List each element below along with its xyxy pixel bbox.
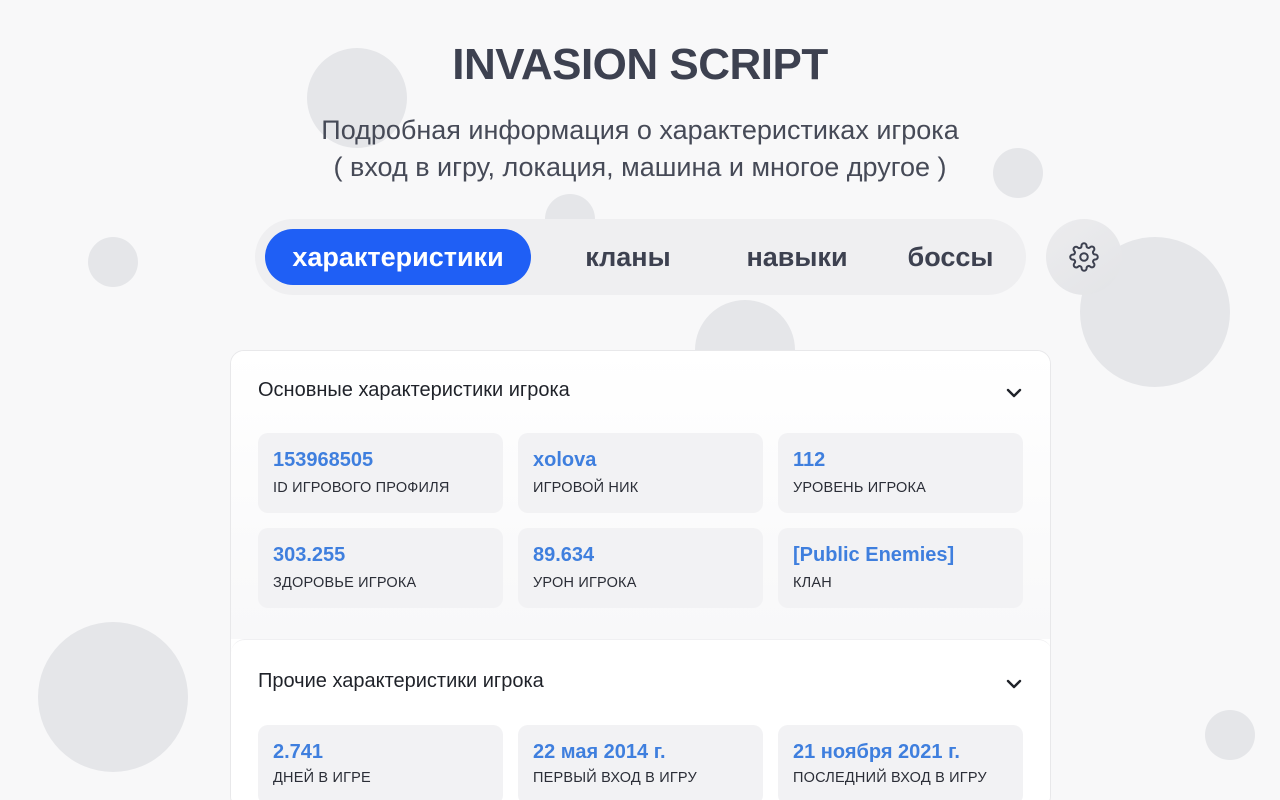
settings-button[interactable] [1046,219,1122,295]
subtitle-line-2: ( вход в игру, локация, машина и многое … [333,152,947,182]
stat-card-days-in-game: 2.741 ДНЕЙ В ИГРЕ [258,725,503,800]
background-circle [88,237,138,287]
stat-value: 89.634 [533,544,595,566]
tab-clans[interactable]: кланы [548,229,708,285]
stat-label: ПОСЛЕДНИЙ ВХОД В ИГРУ [793,770,987,786]
stat-card-profile-id: 153968505 ID ИГРОВОГО ПРОФИЛЯ [258,433,503,513]
stat-value: 2.741 [273,741,324,763]
gear-icon [1069,242,1099,272]
background-circle [38,622,188,772]
stat-label: КЛАН [793,575,832,591]
stat-label: ПЕРВЫЙ ВХОД В ИГРУ [533,770,697,786]
page-subtitle: Подробная информация о характеристиках и… [0,112,1280,186]
stat-card-nickname: xolova ИГРОВОЙ НИК [518,433,763,513]
stat-card-first-login: 22 мая 2014 г. ПЕРВЫЙ ВХОД В ИГРУ [518,725,763,800]
stat-value: 112 [793,449,826,471]
stat-card-health: 303.255 ЗДОРОВЬЕ ИГРОКА [258,528,503,608]
stat-card-level: 112 УРОВЕНЬ ИГРОКА [778,433,1023,513]
subtitle-line-1: Подробная информация о характеристиках и… [321,115,959,145]
chevron-down-icon[interactable] [1004,383,1024,403]
tab-skills[interactable]: навыки [717,229,877,285]
stat-label: УРОВЕНЬ ИГРОКА [793,480,927,496]
stat-card-clan: [Public Enemies] КЛАН [778,528,1023,608]
stat-value: 22 мая 2014 г. [533,741,666,763]
stat-value: xolova [533,449,597,471]
tab-bosses[interactable]: боссы [880,229,1021,285]
stat-label: ЗДОРОВЬЕ ИГРОКА [273,575,417,591]
other-stats-section: Прочие характеристики игрока 2.741 ДНЕЙ … [231,639,1050,800]
stat-value: [Public Enemies] [793,544,955,566]
stat-value: 21 ноября 2021 г. [793,741,960,763]
page-title: INVASION SCRIPT [452,40,828,89]
stat-label: УРОН ИГРОКА [533,575,637,591]
chevron-down-icon[interactable] [1004,674,1024,694]
main-stats-section: Основные характеристики игрока 153968505… [231,351,1050,639]
player-info-panel: Основные характеристики игрока 153968505… [230,350,1051,800]
background-circle [1205,710,1255,760]
stat-card-damage: 89.634 УРОН ИГРОКА [518,528,763,608]
section-title: Прочие характеристики игрока [258,670,544,692]
stat-value: 153968505 [273,449,374,471]
tab-characteristics[interactable]: характеристики [265,229,531,285]
stat-card-last-login: 21 ноября 2021 г. ПОСЛЕДНИЙ ВХОД В ИГРУ [778,725,1023,800]
stat-label: ID ИГРОВОГО ПРОФИЛЯ [273,480,450,496]
tab-bar: характеристики кланы навыки боссы [255,219,1026,295]
section-title: Основные характеристики игрока [258,379,570,401]
stat-label: ДНЕЙ В ИГРЕ [273,770,371,786]
stat-value: 303.255 [273,544,346,566]
stat-label: ИГРОВОЙ НИК [533,480,639,496]
